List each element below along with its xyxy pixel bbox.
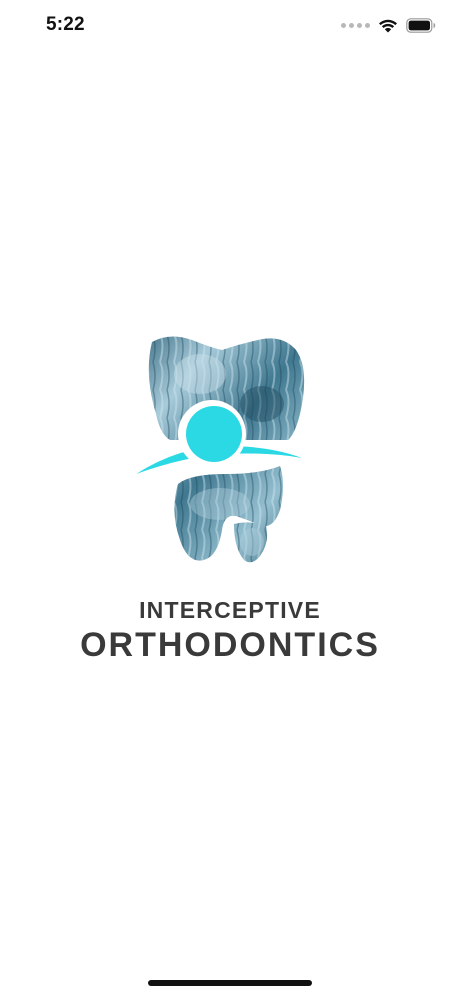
status-icons <box>341 16 436 34</box>
battery-icon <box>406 17 436 33</box>
brand-title-top: INTERCEPTIVE <box>139 597 321 623</box>
tooth-logo-icon <box>136 336 306 563</box>
cellular-signal-icon <box>341 22 370 28</box>
wifi-icon <box>379 19 397 32</box>
brand-title-main: ORTHODONTICS <box>80 626 380 664</box>
status-bar: 5:22 <box>0 0 460 54</box>
splash-screen: 5:22 INTERCEPTIVE ORTHODONTICS <box>0 0 460 996</box>
status-time: 5:22 <box>46 14 85 35</box>
home-indicator[interactable] <box>148 980 312 986</box>
